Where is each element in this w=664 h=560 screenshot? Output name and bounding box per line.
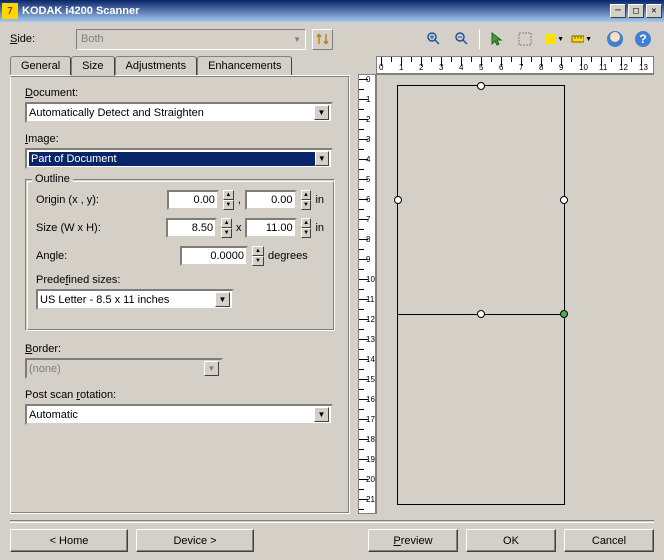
image-value: Part of Document — [29, 152, 315, 166]
help-question-icon[interactable]: ? — [632, 28, 654, 50]
angle-unit: degrees — [268, 250, 308, 262]
handle-top[interactable] — [477, 82, 485, 90]
ruler-vertical: 012345678910111213141516171819202122 — [358, 74, 376, 514]
document-select[interactable]: Automatically Detect and Straighten ▼ — [25, 102, 333, 123]
size-unit: in — [315, 222, 324, 234]
size-h-spinner[interactable]: ▲▼ — [301, 218, 312, 238]
angle-label: Angle: — [36, 250, 176, 262]
chevron-down-icon: ▼ — [315, 151, 329, 166]
app-icon: 7 — [2, 3, 18, 19]
side-swap-button[interactable] — [312, 29, 333, 50]
side-label: Side: — [10, 33, 70, 45]
border-select: (none) ▼ — [25, 358, 223, 379]
image-label: Image: — [25, 133, 335, 145]
chevron-down-icon: ▼ — [204, 361, 219, 376]
document-value: Automatically Detect and Straighten — [29, 107, 204, 119]
rotation-value: Automatic — [29, 409, 78, 421]
handle-left[interactable] — [394, 196, 402, 204]
origin-y-input[interactable] — [245, 190, 297, 210]
maximize-button[interactable]: □ — [628, 4, 644, 18]
minimize-button[interactable]: ─ — [610, 4, 626, 18]
side-value: Both — [81, 33, 104, 45]
side-select: Both ▼ — [76, 29, 306, 50]
ok-button[interactable]: OK — [466, 529, 556, 552]
zoom-out-icon[interactable] — [451, 28, 473, 50]
image-select[interactable]: Part of Document ▼ — [25, 148, 333, 169]
zoom-in-icon[interactable] — [423, 28, 445, 50]
preview-panel: 012345678910111213 012345678910111213141… — [358, 56, 654, 514]
help-head-icon[interactable] — [604, 28, 626, 50]
window-title: KODAK i4200 Scanner — [22, 5, 610, 17]
part-document-rect[interactable] — [397, 85, 565, 315]
predef-label: Predefined sizes: — [36, 274, 324, 286]
angle-spinner[interactable]: ▲▼ — [252, 246, 264, 266]
origin-unit: in — [315, 194, 324, 206]
origin-y-spinner[interactable]: ▲▼ — [301, 190, 312, 210]
origin-label: Origin (x , y): — [36, 194, 163, 206]
predef-select[interactable]: US Letter - 8.5 x 11 inches ▼ — [36, 289, 234, 310]
origin-x-spinner[interactable]: ▲▼ — [223, 190, 234, 210]
swap-icon — [316, 32, 330, 46]
tab-general[interactable]: General — [10, 56, 71, 75]
size-w-input[interactable] — [166, 218, 217, 238]
highlight-icon[interactable]: ▼ — [542, 28, 564, 50]
outline-group: Outline Origin (x , y): ▲▼ , ▲▼ in Size … — [25, 179, 335, 331]
size-h-input[interactable] — [245, 218, 296, 238]
origin-x-input[interactable] — [167, 190, 219, 210]
comma: , — [238, 194, 241, 206]
handle-corner[interactable] — [560, 310, 568, 318]
size-w-spinner[interactable]: ▲▼ — [221, 218, 232, 238]
home-button[interactable]: < Home — [10, 529, 128, 552]
preview-button[interactable]: Preview — [368, 529, 458, 552]
svg-text:?: ? — [639, 32, 646, 46]
rotation-label: Post scan rotation: — [25, 389, 335, 401]
border-label: Border: — [25, 343, 335, 355]
chevron-down-icon: ▼ — [215, 292, 230, 307]
tab-size[interactable]: Size — [71, 56, 114, 76]
outline-legend: Outline — [32, 173, 73, 185]
cancel-button[interactable]: Cancel — [564, 529, 654, 552]
predef-value: US Letter - 8.5 x 11 inches — [40, 294, 169, 306]
close-button[interactable]: ✕ — [646, 4, 662, 18]
x-label: x — [236, 222, 242, 234]
ruler-icon[interactable]: ▼ — [570, 28, 592, 50]
border-value: (none) — [29, 363, 61, 375]
chevron-down-icon: ▼ — [314, 105, 329, 120]
cursor-icon[interactable] — [486, 28, 508, 50]
handle-right[interactable] — [560, 196, 568, 204]
tab-enhancements[interactable]: Enhancements — [197, 56, 292, 75]
select-icon[interactable] — [514, 28, 536, 50]
size-label: Size (W x H): — [36, 222, 162, 234]
separator — [479, 29, 480, 49]
device-button[interactable]: Device > — [136, 529, 254, 552]
rotation-select[interactable]: Automatic ▼ — [25, 404, 333, 425]
tab-adjustments[interactable]: Adjustments — [115, 56, 198, 75]
angle-input[interactable] — [180, 246, 248, 266]
handle-bottom[interactable] — [477, 310, 485, 318]
preview-canvas[interactable] — [376, 74, 654, 514]
chevron-down-icon: ▼ — [314, 407, 329, 422]
document-label: Document: — [25, 87, 335, 99]
ruler-horizontal: 012345678910111213 — [376, 56, 654, 74]
